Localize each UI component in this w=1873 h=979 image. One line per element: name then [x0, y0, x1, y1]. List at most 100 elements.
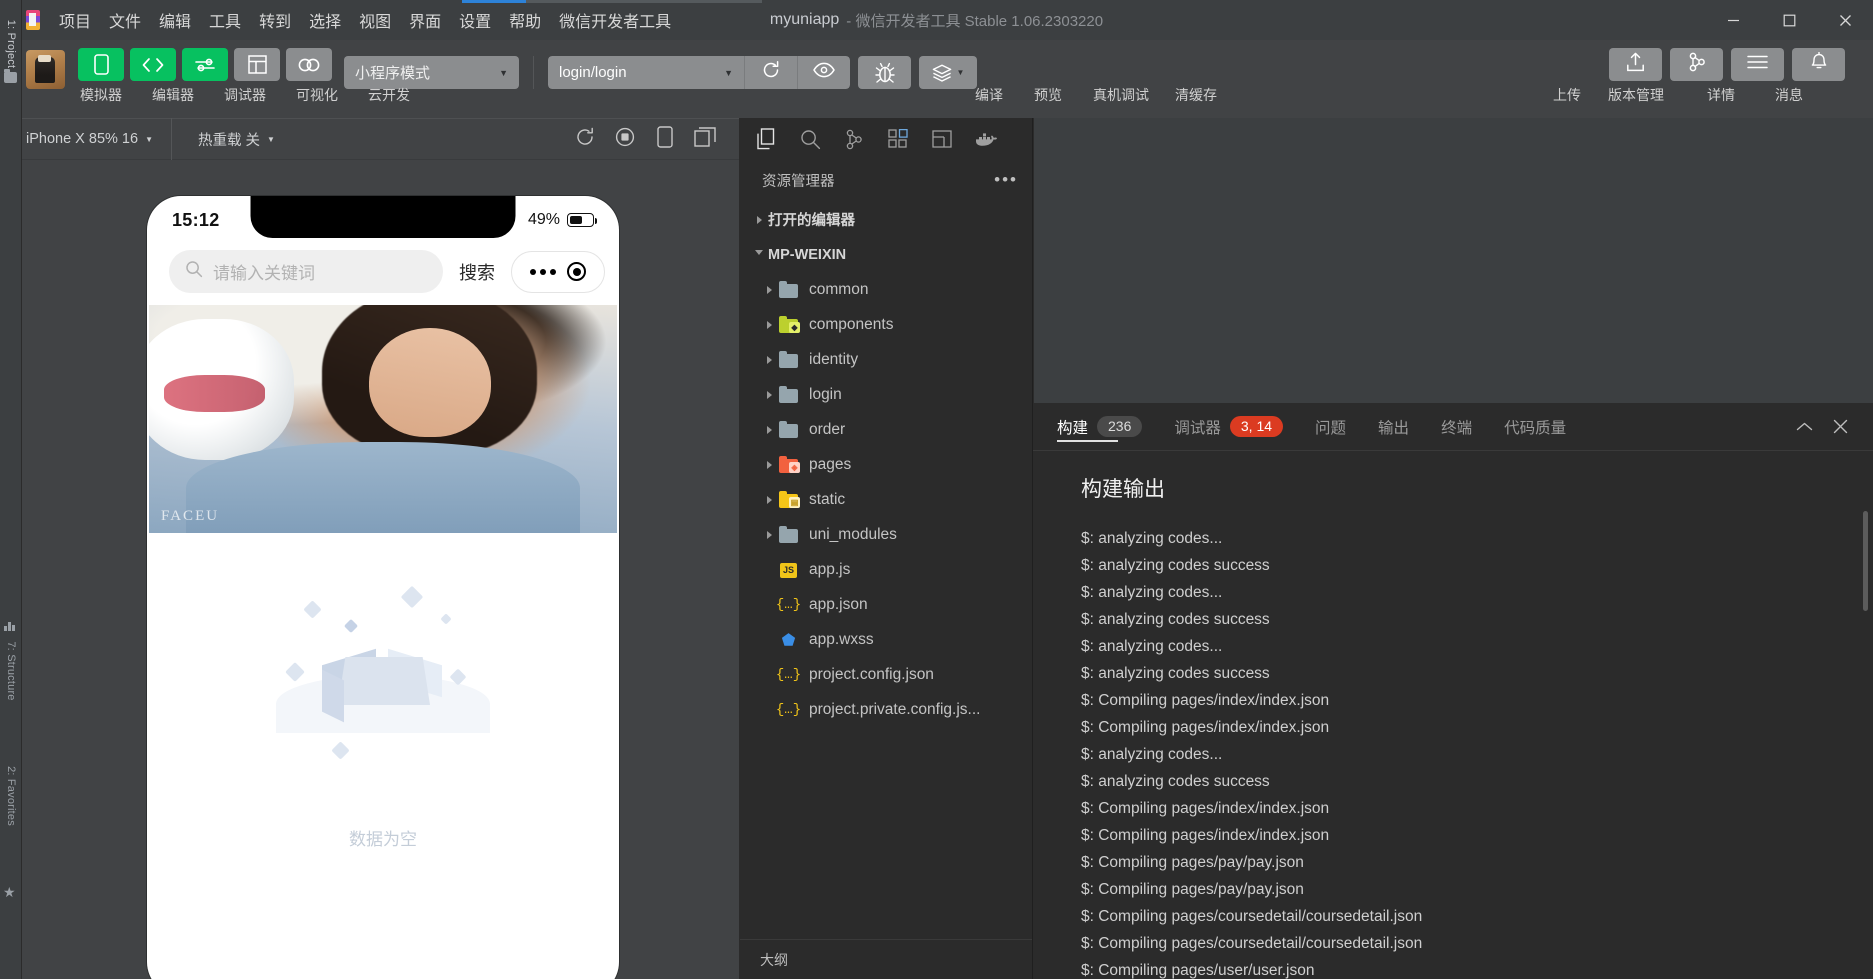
tree-section-open-editors[interactable]: 打开的编辑器	[740, 202, 1032, 237]
tab-terminal[interactable]: 终端	[1425, 403, 1488, 451]
tree-item-common[interactable]: common	[740, 272, 1032, 307]
upload-button[interactable]	[1609, 48, 1662, 81]
tree-item-order[interactable]: order	[740, 412, 1032, 447]
close-panel-button[interactable]	[1823, 410, 1857, 444]
main-toolbar: 小程序模式 ▼ login/login ▼ ▼ 模拟器 编辑器 调试器 可视化 …	[0, 40, 1873, 118]
status-time: 15:12	[172, 209, 220, 230]
minimize-button[interactable]	[1705, 0, 1761, 40]
menu-item-interface[interactable]: 界面	[400, 4, 450, 36]
tree-item-app-wxss[interactable]: ⬟ app.wxss	[740, 622, 1032, 657]
tree-item-project-private-config[interactable]: {…} project.private.config.js...	[740, 692, 1032, 727]
folder-icon	[778, 280, 800, 298]
tree-item-label: project.config.json	[809, 665, 934, 683]
tab-code-quality[interactable]: 代码质量	[1488, 403, 1582, 451]
collapse-panel-button[interactable]	[1787, 410, 1821, 444]
wechat-capsule-menu[interactable]	[511, 250, 605, 293]
log-line: $: analyzing codes success	[1081, 773, 1270, 790]
tree-item-components[interactable]: ◆ components	[740, 307, 1032, 342]
device-select[interactable]: iPhone X 85% 16 ▼	[0, 118, 172, 160]
source-control-icon[interactable]	[834, 120, 874, 158]
phone-icon	[93, 54, 109, 75]
menu-item-tools[interactable]: 工具	[200, 4, 250, 36]
tree-item-login[interactable]: login	[740, 377, 1032, 412]
tab-build[interactable]: 构建 236	[1057, 403, 1158, 451]
tree-item-label: app.js	[809, 560, 851, 578]
tree-item-app-json[interactable]: {…} app.json	[740, 587, 1032, 622]
eye-icon	[813, 62, 835, 83]
chevron-down-icon: ▼	[145, 134, 153, 144]
tab-problems[interactable]: 问题	[1299, 403, 1362, 451]
close-button[interactable]	[1817, 0, 1873, 40]
debugger-toggle-button[interactable]	[182, 48, 228, 81]
tree-item-label: components	[809, 315, 894, 333]
close-app-icon[interactable]	[567, 262, 587, 281]
banner-image[interactable]: FACEU	[149, 305, 617, 533]
rail-tab-project[interactable]: 1: Project	[5, 20, 17, 68]
maximize-button[interactable]	[1761, 0, 1817, 40]
visualization-button[interactable]	[234, 48, 280, 81]
compile-mode-select[interactable]: 小程序模式 ▼	[344, 56, 519, 89]
compile-button[interactable]	[744, 56, 797, 89]
version-management-button[interactable]	[1670, 48, 1723, 81]
details-button[interactable]	[1731, 48, 1784, 81]
tree-item-label: app.json	[809, 595, 868, 613]
code-icon	[141, 57, 165, 73]
real-device-debug-button[interactable]	[858, 56, 911, 89]
toolbar-label-upload: 上传	[1553, 87, 1581, 103]
simulator-record-button[interactable]	[605, 118, 645, 160]
tree-item-pages[interactable]: ◈ pages	[740, 447, 1032, 482]
explorer-outline-section[interactable]: 大纲	[740, 939, 1032, 979]
toolbar-divider	[533, 56, 534, 89]
cloud-dev-button[interactable]	[286, 48, 332, 81]
simulator-refresh-button[interactable]	[565, 118, 605, 160]
menu-item-select[interactable]: 选择	[300, 4, 350, 36]
user-avatar[interactable]	[26, 50, 65, 89]
simulator-rotate-button[interactable]	[645, 118, 685, 160]
chevron-right-icon	[750, 215, 768, 224]
more-actions-icon[interactable]: •••	[994, 171, 1018, 188]
menu-item-settings[interactable]: 设置	[450, 4, 500, 36]
search-icon	[185, 260, 203, 283]
menu-item-file[interactable]: 文件	[100, 4, 150, 36]
more-dots-icon[interactable]	[529, 268, 556, 275]
extensions-icon[interactable]	[878, 120, 918, 158]
tree-item-static[interactable]: ▤ static	[740, 482, 1032, 517]
rail-tab-favorites[interactable]: 2: Favorites	[5, 766, 17, 826]
search-input[interactable]: 请输入关键词	[169, 250, 443, 293]
debug-slider-icon	[194, 57, 216, 73]
editor-toggle-button[interactable]	[130, 48, 176, 81]
messages-button[interactable]	[1792, 48, 1845, 81]
tree-section-mp-weixin[interactable]: MP-WEIXIN	[740, 237, 1032, 272]
output-scrollbar-thumb[interactable]	[1863, 511, 1868, 611]
tab-output[interactable]: 输出	[1362, 403, 1425, 451]
search-button[interactable]: 搜索	[455, 259, 499, 285]
search-icon[interactable]	[790, 120, 830, 158]
simulator-toggle-button[interactable]	[78, 48, 124, 81]
route-select[interactable]: login/login ▼	[548, 56, 744, 89]
tree-item-uni-modules[interactable]: uni_modules	[740, 517, 1032, 552]
log-line: $: Compiling pages/index/index.json	[1081, 692, 1330, 709]
files-icon[interactable]	[746, 120, 786, 158]
phone-preview[interactable]: 15:12 49% 请输入关键词 搜索 FACEU 数据为空	[147, 196, 619, 979]
tab-label: 问题	[1315, 419, 1347, 437]
tree-item-identity[interactable]: identity	[740, 342, 1032, 377]
clear-cache-button[interactable]: ▼	[919, 56, 977, 89]
menu-item-project[interactable]: 项目	[50, 4, 100, 36]
menu-item-help[interactable]: 帮助	[500, 4, 550, 36]
menu-item-edit[interactable]: 编辑	[150, 4, 200, 36]
rail-tab-structure[interactable]: 7: Structure	[5, 641, 17, 700]
menu-item-devtools[interactable]: 微信开发者工具	[550, 4, 680, 36]
tree-item-label: static	[809, 490, 846, 508]
split-editor-icon[interactable]	[922, 120, 962, 158]
simulator-multiwindow-button[interactable]	[685, 118, 725, 160]
docker-icon[interactable]	[966, 120, 1006, 158]
workspace: iPhone X 85% 16 ▼ 热重载 关 ▼ 15:12 49% 请输入关…	[0, 118, 1873, 979]
tab-debugger[interactable]: 调试器 3, 14	[1158, 403, 1299, 451]
tree-item-project-config[interactable]: {…} project.config.json	[740, 657, 1032, 692]
menu-item-goto[interactable]: 转到	[250, 4, 300, 36]
hot-reload-select[interactable]: 热重载 关 ▼	[172, 118, 293, 160]
tab-label: 代码质量	[1504, 419, 1567, 437]
menu-item-view[interactable]: 视图	[350, 4, 400, 36]
tree-item-app-js[interactable]: JS app.js	[740, 552, 1032, 587]
preview-button[interactable]	[797, 56, 850, 89]
